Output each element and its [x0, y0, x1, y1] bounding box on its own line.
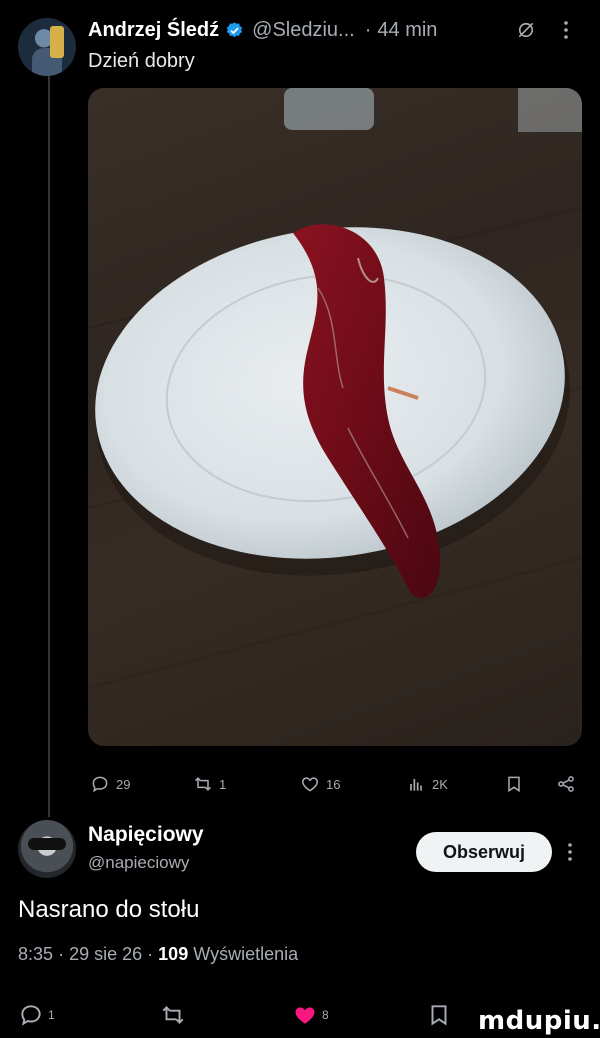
views-icon	[410, 779, 422, 791]
more-icon[interactable]	[563, 20, 569, 40]
heart-icon	[301, 777, 319, 792]
repost-icon	[162, 1006, 184, 1024]
grok-icon[interactable]	[516, 20, 536, 40]
reply-count: 29	[116, 776, 131, 792]
thread-line	[48, 72, 50, 817]
reply-action[interactable]: 1	[18, 998, 55, 1032]
reply-author-name[interactable]: Napięciowy	[88, 823, 204, 847]
reply-icon	[21, 1005, 41, 1026]
views-action[interactable]: 2K	[406, 770, 448, 798]
follow-button[interactable]: Obserwuj	[416, 832, 552, 872]
author-name[interactable]: Andrzej Śledź	[88, 19, 219, 42]
reply-date: 29 sie 26	[69, 944, 143, 964]
author-avatar[interactable]	[18, 18, 76, 76]
more-icon[interactable]	[567, 842, 573, 862]
reply-time: 8:35	[18, 944, 54, 964]
repost-count: 1	[219, 776, 227, 792]
author-handle[interactable]: @Sledziu...	[252, 19, 355, 42]
share-icon	[558, 776, 574, 792]
reply-views-label: Wyświetlenia	[193, 944, 299, 964]
separator-dot: ·	[58, 944, 65, 964]
reply-author-handle[interactable]: @napieciowy	[88, 853, 204, 873]
separator-dot: ·	[147, 944, 154, 964]
bookmark-icon	[508, 776, 520, 793]
separator-dot: ·	[364, 18, 372, 41]
reply-author-avatar[interactable]	[18, 820, 76, 878]
reply-action[interactable]: 29	[90, 770, 130, 798]
site-watermark: mdupiu.pl	[478, 1006, 600, 1036]
heart-icon	[295, 1007, 315, 1024]
reply-count: 1	[48, 1008, 55, 1022]
reply-text: Nasrano do stołu	[18, 896, 200, 923]
bookmark-action[interactable]	[504, 770, 530, 798]
repost-icon	[194, 777, 212, 791]
repost-action[interactable]	[160, 998, 190, 1032]
verified-badge-icon	[226, 21, 243, 37]
reply-meta: 8:35 · 29 sie 26 · 109 Wyświetlenia	[18, 944, 298, 965]
post-image[interactable]	[88, 88, 582, 746]
reply-icon	[92, 776, 108, 793]
bookmark-action[interactable]	[426, 998, 456, 1032]
post-actions: 29 1 16 2K	[88, 770, 582, 798]
like-count: 8	[322, 1008, 329, 1022]
like-count: 16	[326, 776, 341, 792]
share-action[interactable]	[556, 770, 582, 798]
reply-views-count: 109	[158, 944, 189, 964]
like-action[interactable]: 8	[292, 998, 329, 1032]
views-count: 2K	[432, 776, 448, 792]
post-time[interactable]: 44 min	[377, 19, 437, 42]
bookmark-icon	[431, 1005, 447, 1026]
post-header: Andrzej Śledź @Sledziu... · 44 min	[88, 18, 578, 42]
repost-action[interactable]: 1	[193, 770, 226, 798]
like-action[interactable]: 16	[300, 770, 340, 798]
post-text: Dzień dobry	[88, 50, 195, 72]
reply-header: Napięciowy @napieciowy	[88, 823, 204, 873]
